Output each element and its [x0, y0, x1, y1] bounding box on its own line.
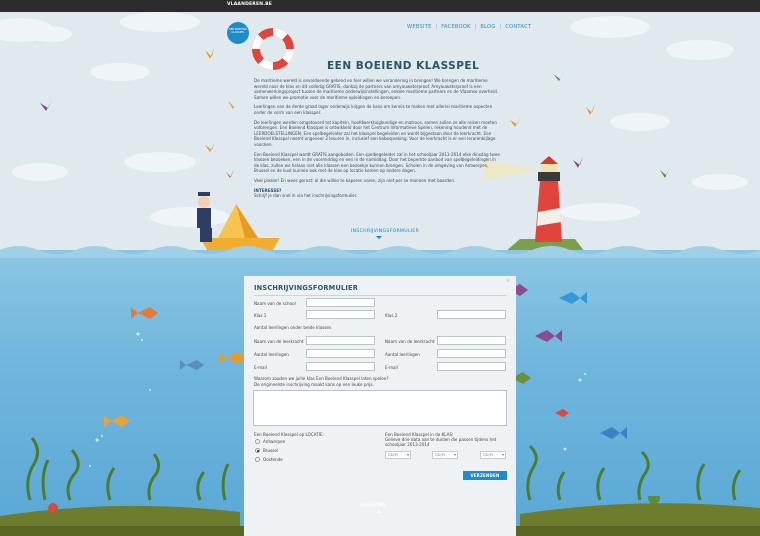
intro-text: De maritieme wereld is onvoldoende geken…: [254, 78, 500, 203]
intro-paragraph: Een Boeiend Klasspel wordt GRATIS aangeb…: [254, 151, 500, 174]
submit-button[interactable]: VERZENDEN: [463, 471, 507, 480]
nav-facebook[interactable]: FACEBOOK: [441, 24, 471, 30]
leerkracht1-input[interactable]: [306, 336, 375, 345]
aantal1-input[interactable]: [306, 349, 375, 358]
fish-icon: [555, 409, 569, 417]
klas1-input[interactable]: [306, 310, 375, 319]
klas-hint: Gelieve drie data aan te duiden die pass…: [385, 437, 497, 447]
wave-decoration: [0, 246, 760, 258]
nav-separator: |: [435, 24, 438, 30]
form-title: INSCHRIJVINGSFORMULIER: [254, 284, 359, 292]
form-anchor-link[interactable]: INSCHRIJVINGSFORMULIER: [351, 229, 419, 234]
crab-icon: [648, 496, 660, 504]
why-question: Waarom zouden we jullie klas Een Boeiend…: [254, 376, 389, 381]
vlaanderen-link[interactable]: VLAANDEREN.BE: [227, 2, 272, 7]
date-select-3[interactable]: DD/M: [480, 451, 506, 459]
nav-separator: |: [474, 24, 477, 30]
nav-website[interactable]: WEBSITE: [407, 24, 432, 30]
fish-icon: [226, 352, 246, 364]
klas2-label: Klas 2: [385, 313, 398, 318]
nav-contact[interactable]: CONTACT: [505, 24, 531, 30]
klas2-input[interactable]: [437, 310, 506, 319]
intro-paragraph: Leerlingen van de derde graad lager onde…: [254, 104, 493, 115]
site-logo[interactable]: EEN BOEIEND KLASSPEL: [227, 22, 249, 44]
leerkracht1-label: Naam van de leerkracht: [254, 339, 304, 344]
aantal-beide-label: Aantal leerlingen onder beide klassen: [254, 325, 332, 330]
top-bar: VLAANDEREN.BE: [0, 0, 760, 12]
aantal2-input[interactable]: [437, 349, 506, 358]
chevron-up-icon[interactable]: [377, 510, 381, 513]
fish-icon: [535, 330, 555, 342]
fish-icon: [600, 427, 620, 439]
fish-icon: [138, 307, 158, 319]
locatie-label: Een Boeiend Klasspel op LOCATIE:: [254, 432, 324, 437]
radio-antwerpen[interactable]: [255, 439, 260, 444]
date-select-2[interactable]: DD/M: [432, 451, 458, 459]
fish-icon: [186, 360, 204, 370]
school-label: Naam van de school: [254, 301, 296, 306]
why-hint: De origineelste inschrijving maakt kans …: [254, 382, 374, 387]
school-input[interactable]: [306, 298, 375, 307]
registration-form: × INSCHRIJVINGSFORMULIER Naam van de sch…: [244, 276, 516, 536]
leerkracht2-input[interactable]: [437, 336, 506, 345]
close-icon[interactable]: ×: [506, 278, 510, 284]
fish-icon: [111, 415, 130, 427]
aantal2-label: Aantal leerlingen: [385, 352, 420, 357]
radio-label: Antwerpen: [263, 439, 286, 444]
interest-text: Schrijf je dan snel in via het inschrijv…: [254, 193, 358, 199]
email1-label: E-mail: [254, 365, 267, 370]
intro-paragraph: Veel plezier! En wees gerust: al die wil…: [254, 177, 456, 183]
radio-oostende[interactable]: [255, 457, 260, 462]
motivation-textarea[interactable]: [253, 390, 507, 426]
intro-paragraph: De maritieme wereld is onvoldoende geken…: [254, 78, 499, 100]
divider: [254, 295, 506, 296]
email1-input[interactable]: [306, 362, 375, 371]
radio-label: Oostende: [263, 457, 283, 462]
top-navigation: WEBSITE | FACEBOOK | BLOG | CONTACT: [406, 24, 532, 30]
date-select-1[interactable]: DD/M: [385, 451, 411, 459]
nav-blog[interactable]: BLOG: [480, 24, 495, 30]
email2-label: E-mail: [385, 365, 398, 370]
fish-icon: [559, 292, 580, 304]
page-title: EEN BOEIEND KLASSPEL: [327, 60, 480, 72]
radio-label: Brussel: [263, 448, 279, 453]
intro-paragraph: De leerlingen worden omgetoverd tot kapi…: [254, 119, 497, 147]
intro-anchor-link[interactable]: INLEIDING: [360, 502, 386, 507]
klas1-label: Klas 1: [254, 313, 267, 318]
leerkracht2-label: Naam van de leerkracht: [385, 339, 435, 344]
radio-brussel[interactable]: [255, 448, 260, 453]
crab-icon: [48, 503, 58, 513]
nav-separator: |: [499, 24, 502, 30]
aantal1-label: Aantal leerlingen: [254, 352, 289, 357]
email2-input[interactable]: [437, 362, 506, 371]
